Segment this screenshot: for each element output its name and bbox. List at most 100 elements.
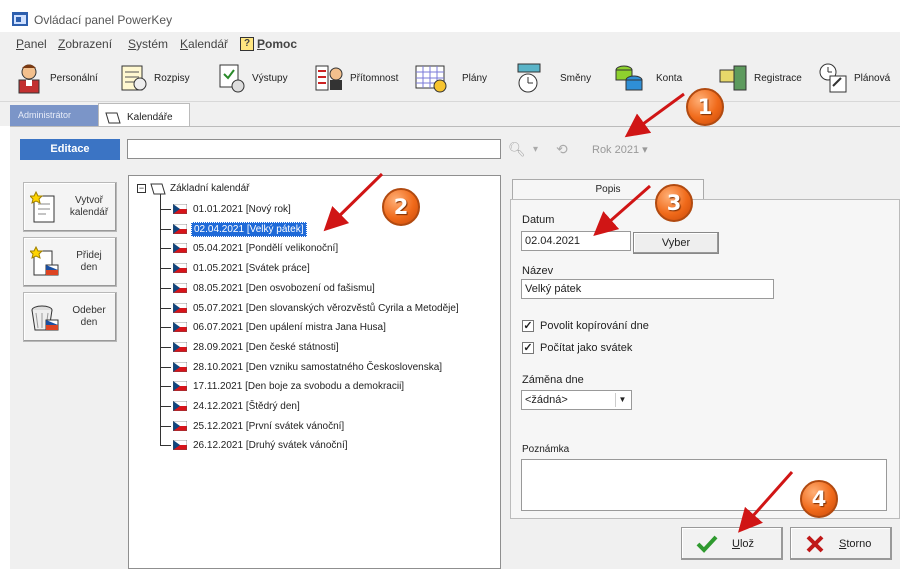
cancel-button[interactable]: Storno (790, 527, 892, 560)
calendar-folder-icon (150, 183, 166, 195)
toolbar-pritomnost-button[interactable]: Přítomnost (314, 58, 398, 98)
create-calendar-button[interactable]: Vytvoř kalendář (23, 182, 117, 232)
tree-item-label: 24.12.2021 [Štědrý den] (193, 400, 300, 412)
czech-flag-icon (173, 224, 187, 234)
toolbar-smeny-button[interactable]: Směny (516, 58, 591, 98)
chevron-down-icon[interactable]: ▼ (615, 393, 629, 407)
tree-item[interactable]: 02.04.2021 [Velký pátek] (160, 220, 307, 238)
holiday-checkbox[interactable]: ✓ Počítat jako svátek (522, 342, 632, 354)
tree-item[interactable]: 28.09.2021 [Den české státnosti] (160, 338, 341, 356)
tree-item[interactable]: 01.01.2021 [Nový rok] (160, 200, 293, 218)
close-icon (806, 535, 824, 552)
czech-flag-icon (173, 243, 187, 253)
tree-item-label: 02.04.2021 [Velký pátek] (191, 221, 307, 237)
callout-4: 4 (800, 480, 838, 518)
remove-day-button[interactable]: Odeber den (23, 292, 117, 342)
toolbar-rozpisy-button[interactable]: Rozpisy (118, 58, 190, 98)
zamena-select[interactable]: <žádná> ▼ (521, 390, 632, 410)
tab-administrator[interactable]: Administrátor (10, 105, 98, 126)
tree-item[interactable]: 26.12.2021 [Druhý svátek vánoční] (160, 436, 350, 454)
czech-flag-icon (173, 322, 187, 332)
zamena-label: Záměna dne (522, 374, 584, 386)
tree-item-label: 01.05.2021 [Svátek práce] (193, 262, 310, 274)
nazev-input[interactable]: Velký pátek (521, 279, 774, 299)
tree-connector (160, 444, 171, 446)
schedule-icon (121, 65, 147, 91)
person-icon (18, 64, 40, 94)
app-icon (12, 12, 28, 26)
search-icon[interactable]: 🔍︎ (508, 141, 526, 158)
refresh-icon[interactable]: ⟲ (556, 141, 568, 158)
trash-icon (31, 305, 59, 331)
tree-item[interactable]: 01.05.2021 [Svátek práce] (160, 259, 312, 277)
tree-root[interactable]: − Základní kalendář (137, 182, 250, 195)
toolbar-registrace-button[interactable]: Registrace (718, 58, 802, 98)
tree-item-label: 05.04.2021 [Pondělí velikonoční] (193, 242, 339, 254)
menu-system[interactable]: Systém (128, 37, 168, 51)
menu-zobrazeni[interactable]: Zobrazení (58, 37, 112, 51)
copy-day-checkbox[interactable]: ✓ Povolit kopírování dne (522, 320, 649, 332)
tree-item[interactable]: 06.07.2021 [Den upálení mistra Jana Husa… (160, 318, 388, 336)
menu-panel[interactable]: Panel (16, 37, 47, 51)
tree-connector (160, 247, 171, 249)
tree-connector (160, 385, 171, 387)
toolbar-vystupy-button[interactable]: Výstupy (216, 58, 288, 98)
search-input[interactable] (127, 139, 501, 159)
tree-item[interactable]: 28.10.2021 [Den vzniku samostatného Česk… (160, 358, 444, 376)
add-day-button[interactable]: Přidej den (23, 237, 117, 287)
accounts-icon (615, 65, 643, 91)
callout-3: 3 (655, 184, 693, 222)
toolbar: Personální Rozpisy Výstupy Přítomnost Pl… (0, 54, 900, 102)
menu-kalendar[interactable]: Kalendář (180, 37, 228, 51)
vyber-button[interactable]: Vyber (633, 232, 719, 254)
toolbar-plany-button[interactable]: Plány (414, 58, 487, 98)
tab-kalendare[interactable]: Kalendáře (98, 103, 190, 126)
czech-flag-icon (173, 263, 187, 273)
toolbar-personalni-button[interactable]: Personální (14, 58, 98, 98)
nazev-label: Název (522, 265, 554, 277)
tree-item[interactable]: 05.07.2021 [Den slovanských věrozvěstů C… (160, 299, 461, 317)
datum-input[interactable]: 02.04.2021 (521, 231, 631, 251)
tree-connector (160, 208, 171, 210)
checkbox-checked-icon[interactable]: ✓ (522, 320, 534, 332)
callout-1: 1 (686, 88, 724, 126)
czech-flag-icon (173, 440, 187, 450)
czech-flag-icon (173, 204, 187, 214)
tree-item-label: 25.12.2021 [První svátek vánoční] (193, 420, 345, 432)
tree-item-label: 08.05.2021 [Den osvobození od fašismu] (193, 282, 375, 294)
title-bar: Ovládací panel PowerKey (0, 0, 900, 32)
tree-item[interactable]: 08.05.2021 [Den osvobození od fašismu] (160, 279, 377, 297)
czech-flag-icon (173, 401, 187, 411)
menu-pomoc[interactable]: ? Pomoc (240, 37, 297, 51)
tree-connector (160, 307, 171, 309)
tree-connector (160, 267, 171, 269)
planner-icon (819, 63, 847, 93)
registration-icon (719, 65, 747, 91)
tree-item-label: 01.01.2021 [Nový rok] (193, 203, 291, 215)
tree-item-label: 26.12.2021 [Druhý svátek vánoční] (193, 439, 348, 451)
tree-item-label: 28.10.2021 [Den vzniku samostatného Česk… (193, 361, 443, 373)
calendar-tree[interactable]: − Základní kalendář 01.01.2021 [Nový rok… (128, 175, 501, 569)
shift-icon (517, 63, 541, 93)
document-tabs: Administrátor Kalendáře (0, 102, 900, 126)
save-button[interactable]: Ulož (681, 527, 783, 560)
tree-item[interactable]: 25.12.2021 [První svátek vánoční] (160, 417, 346, 435)
tree-connector (160, 287, 171, 289)
tree-item-label: 06.07.2021 [Den upálení mistra Jana Husa… (193, 321, 386, 333)
year-select[interactable]: Rok 2021 ▾ (592, 143, 648, 156)
datum-label: Datum (522, 214, 555, 226)
checkbox-checked-icon[interactable]: ✓ (522, 342, 534, 354)
attendance-icon (315, 65, 343, 91)
tree-connector (160, 425, 171, 427)
tree-connector (160, 326, 171, 328)
collapse-icon[interactable]: − (137, 184, 146, 193)
toolbar-planovac-button[interactable]: Plánová (818, 58, 890, 98)
toolbar-konta-button[interactable]: Konta (614, 58, 682, 98)
tree-item[interactable]: 24.12.2021 [Štědrý den] (160, 397, 302, 415)
search-dropdown-icon[interactable]: ▾ (533, 144, 538, 155)
tree-connector (160, 346, 171, 348)
tree-item[interactable]: 17.11.2021 [Den boje za svobodu a demokr… (160, 377, 406, 395)
editace-button[interactable]: Editace (20, 139, 120, 160)
tree-connector (160, 366, 171, 368)
tree-item[interactable]: 05.04.2021 [Pondělí velikonoční] (160, 239, 340, 257)
